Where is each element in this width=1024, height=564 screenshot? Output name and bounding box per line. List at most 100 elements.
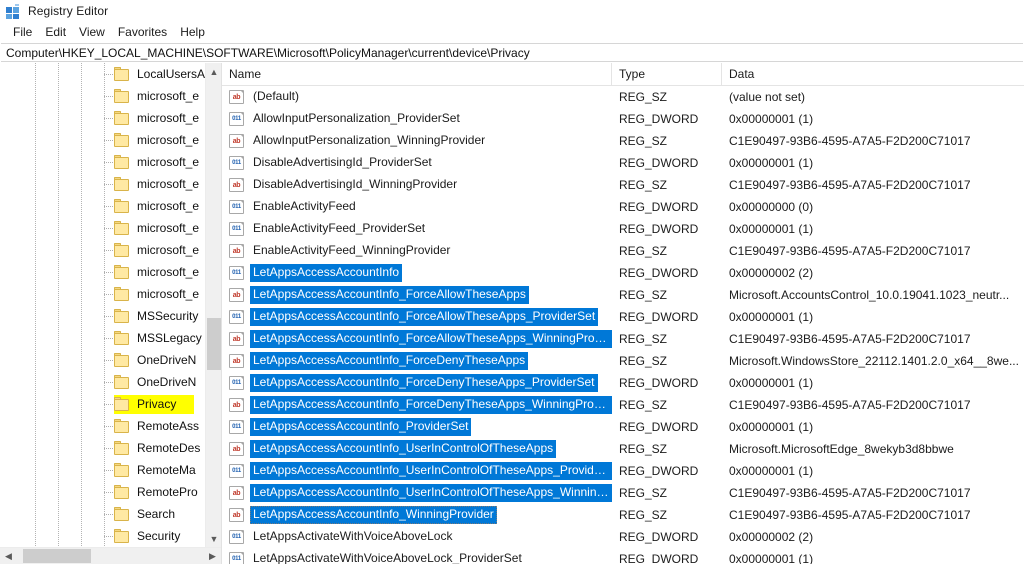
menu-item-view[interactable]: View [74, 24, 113, 41]
table-row[interactable]: 011 EnableActivityFeed_ProviderSet REG_DWO… [222, 218, 1024, 240]
tree-item-microsoft-e[interactable]: microsoft_e [0, 195, 205, 217]
column-header-type[interactable]: Type [612, 63, 722, 85]
table-row[interactable]: ab LetAppsAccessAccountInfo_ForceAllowThe… [222, 284, 1024, 306]
folder-icon [114, 265, 131, 279]
tree-item-microsoft-e[interactable]: microsoft_e [0, 129, 205, 151]
tree-item-privacy[interactable]: Privacy [0, 393, 205, 415]
chevron-up-icon[interactable]: ▲ [206, 63, 221, 80]
table-row[interactable]: 011 EnableActivityFeed REG_DWORD 0x00000000… [222, 196, 1024, 218]
menu-item-file[interactable]: File [8, 24, 40, 41]
table-row[interactable]: ab LetAppsAccessAccountInfo_UserInControl… [222, 482, 1024, 504]
cell-type: REG_SZ [619, 508, 668, 522]
tree-branch-line [104, 184, 113, 185]
tree-item-microsoft-e[interactable]: microsoft_e [0, 85, 205, 107]
folder-icon [114, 353, 131, 367]
cell-data: Microsoft.WindowsStore_22112.1401.2.0_x6… [729, 354, 1019, 368]
tree-item-localusersa[interactable]: LocalUsersA [0, 63, 205, 85]
table-row[interactable]: 011 LetAppsAccessAccountInfo_UserInContro… [222, 460, 1024, 482]
cell-type: REG_SZ [619, 90, 668, 104]
tree-item-microsoft-e[interactable]: microsoft_e [0, 261, 205, 283]
registry-tree[interactable]: LocalUsersA microsoft_e microsoft_e microso… [0, 63, 205, 547]
table-row[interactable]: ab LetAppsAccessAccountInfo_UserInControl… [222, 438, 1024, 460]
table-row[interactable]: 011 DisableAdvertisingId_ProviderSet REG_D… [222, 152, 1024, 174]
table-row[interactable]: 011 LetAppsActivateWithVoiceAboveLock REG_… [222, 526, 1024, 548]
cell-type: REG_SZ [619, 134, 668, 148]
cell-name: ab LetAppsAccessAccountInfo_ForceDenyThes… [222, 396, 612, 414]
cell-type: REG_SZ [619, 486, 668, 500]
tree-hscroll-thumb[interactable] [23, 549, 91, 563]
value-name: LetAppsAccessAccountInfo [250, 264, 403, 282]
tree-item-remotedes[interactable]: RemoteDes [0, 437, 205, 459]
tree-vertical-scrollbar[interactable]: ▲ ▼ [205, 63, 221, 547]
folder-icon [114, 221, 131, 235]
table-row[interactable]: ab EnableActivityFeed_WinningProvider REG_… [222, 240, 1024, 262]
cell-name: ab AllowInputPersonalization_WinningProvi… [222, 132, 612, 150]
cell-data: C1E90497-93B6-4595-A7A5-F2D200C71017 [729, 332, 971, 346]
tree-item-remotema[interactable]: RemoteMa [0, 459, 205, 481]
value-name: LetAppsAccessAccountInfo_ProviderSet [250, 418, 472, 436]
table-row[interactable]: ab LetAppsAccessAccountInfo_ForceDenyThes… [222, 394, 1024, 416]
registry-path-input[interactable]: Computer\HKEY_LOCAL_MACHINE\SOFTWARE\Mic… [1, 43, 1023, 62]
tree-item-microsoft-e[interactable]: microsoft_e [0, 107, 205, 129]
string-value-icon: ab [229, 244, 244, 258]
tree-item-microsoft-e[interactable]: microsoft_e [0, 173, 205, 195]
tree-item-microsoft-e[interactable]: microsoft_e [0, 239, 205, 261]
tree-item-label: microsoft_e [137, 155, 200, 169]
table-row[interactable]: ab LetAppsAccessAccountInfo_ForceAllowThe… [222, 328, 1024, 350]
tree-item-mssecurity[interactable]: MSSecurity [0, 305, 205, 327]
tree-item-onedriven[interactable]: OneDriveN [0, 371, 205, 393]
cell-data: 0x00000000 (0) [729, 200, 814, 214]
value-name: EnableActivityFeed_ProviderSet [253, 221, 426, 235]
tree-branch-line [104, 536, 113, 537]
tree-branch-line [104, 338, 113, 339]
tree-item-search[interactable]: Search [0, 503, 205, 525]
table-row[interactable]: 011 AllowInputPersonalization_ProviderSet… [222, 108, 1024, 130]
table-row[interactable]: 011 LetAppsActivateWithVoiceAboveLock_Pro… [222, 548, 1024, 564]
tree-item-remotepro[interactable]: RemotePro [0, 481, 205, 503]
table-row[interactable]: ab AllowInputPersonalization_WinningProvi… [222, 130, 1024, 152]
tree-item-remoteass[interactable]: RemoteAss [0, 415, 205, 437]
table-row[interactable]: ab LetAppsAccessAccountInfo_ForceDenyThes… [222, 350, 1024, 372]
cell-type: REG_DWORD [619, 222, 699, 236]
table-row[interactable]: ab (Default) REG_SZ (value not set) [222, 86, 1024, 108]
column-header-name[interactable]: Name [222, 63, 612, 85]
cell-type: REG_SZ [619, 178, 668, 192]
table-row[interactable]: 011 LetAppsAccessAccountInfo_ForceDenyThe… [222, 372, 1024, 394]
chevron-left-icon[interactable]: ◀ [0, 548, 17, 564]
table-row[interactable]: 011 LetAppsAccessAccountInfo_ForceAllowTh… [222, 306, 1024, 328]
menu-item-help[interactable]: Help [175, 24, 213, 41]
tree-item-microsoft-e[interactable]: microsoft_e [0, 217, 205, 239]
cell-type: REG_SZ [619, 288, 668, 302]
tree-branch-line [104, 206, 113, 207]
tree-item-microsoft-e[interactable]: microsoft_e [0, 283, 205, 305]
table-row[interactable]: 011 LetAppsAccessAccountInfo_ProviderSet R… [222, 416, 1024, 438]
table-row[interactable]: ab DisableAdvertisingId_WinningProvider RE… [222, 174, 1024, 196]
table-row[interactable]: ab LetAppsAccessAccountInfo_WinningProvid… [222, 504, 1024, 526]
cell-data: Microsoft.AccountsControl_10.0.19041.102… [729, 288, 1010, 302]
menu-item-favorites[interactable]: Favorites [113, 24, 175, 41]
menu-item-edit[interactable]: Edit [40, 24, 74, 41]
tree-item-onedriven[interactable]: OneDriveN [0, 349, 205, 371]
cell-name: 011 LetAppsActivateWithVoiceAboveLock_Pro… [222, 550, 612, 564]
folder-icon [114, 89, 131, 103]
chevron-right-icon[interactable]: ▶ [204, 548, 221, 564]
tree-item-label: LocalUsersA [137, 67, 205, 81]
tree-branch-line [104, 316, 113, 317]
registry-values-list[interactable]: ab (Default) REG_SZ (value not set) 011 Allow… [222, 86, 1024, 564]
chevron-down-icon[interactable]: ▼ [206, 530, 221, 547]
string-value-icon: ab [229, 178, 244, 192]
folder-icon [114, 463, 131, 477]
tree-vscroll-thumb[interactable] [207, 318, 221, 370]
cell-data: 0x00000001 (1) [729, 112, 814, 126]
cell-data: 0x00000002 (2) [729, 266, 814, 280]
tree-horizontal-scrollbar[interactable]: ◀ ▶ [0, 547, 221, 564]
cell-name: 011 LetAppsActivateWithVoiceAboveLock [222, 528, 612, 546]
tree-item-msslegacy[interactable]: MSSLegacy [0, 327, 205, 349]
registry-editor-window: Registry Editor File Edit View Favorites… [0, 0, 1024, 564]
string-value-icon: ab [229, 486, 244, 500]
tree-item-security[interactable]: Security [0, 525, 205, 547]
tree-item-label: Security [137, 529, 181, 543]
table-row[interactable]: 011 LetAppsAccessAccountInfo REG_DWORD 0x00… [222, 262, 1024, 284]
column-header-data[interactable]: Data [722, 63, 1024, 85]
tree-item-microsoft-e[interactable]: microsoft_e [0, 151, 205, 173]
